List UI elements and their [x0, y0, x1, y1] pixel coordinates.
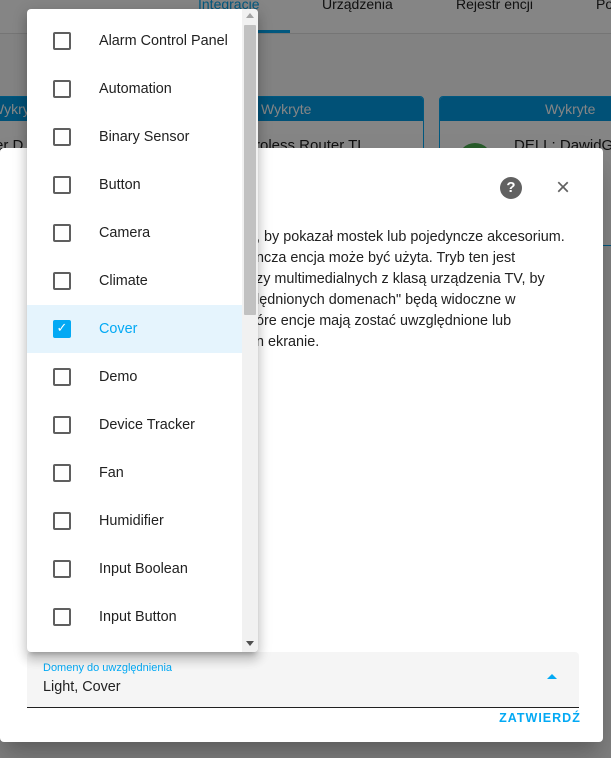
menu-item-label: Input Button: [99, 609, 177, 625]
checkbox[interactable]: [53, 512, 71, 530]
checkbox[interactable]: [53, 176, 71, 194]
close-icon[interactable]: ×: [550, 175, 576, 201]
menu-item-label: Input Boolean: [99, 561, 188, 577]
menu-item-climate[interactable]: Climate: [27, 257, 242, 305]
menu-item-button[interactable]: Button: [27, 161, 242, 209]
menu-item-label: Cover: [99, 321, 138, 337]
domains-select-label: Domeny do uwzględnienia: [43, 662, 173, 674]
domains-menu: Alarm Control Panel Automation Binary Sens…: [27, 9, 258, 652]
menu-item-input-button[interactable]: Input Button: [27, 593, 242, 641]
menu-item-label: Binary Sensor: [99, 129, 190, 145]
help-icon[interactable]: ?: [500, 177, 522, 199]
checkbox[interactable]: [53, 416, 71, 434]
menu-item-input-boolean[interactable]: Input Boolean: [27, 545, 242, 593]
menu-item-label: Device Tracker: [99, 417, 195, 433]
menu-item-device-tracker[interactable]: Device Tracker: [27, 401, 242, 449]
menu-item-label: Button: [99, 177, 141, 193]
checkbox[interactable]: [53, 128, 71, 146]
menu-item-humidifier[interactable]: Humidifier: [27, 497, 242, 545]
domains-select-value: Light, Cover: [43, 679, 121, 695]
domains-menu-list: Alarm Control Panel Automation Binary Sens…: [27, 17, 242, 641]
confirm-button[interactable]: ZATWIERDŹ: [497, 708, 583, 728]
check-icon: ✓: [56, 320, 68, 335]
checkbox[interactable]: [53, 224, 71, 242]
domains-select[interactable]: Domeny do uwzględnienia Light, Cover: [27, 652, 579, 708]
checkbox[interactable]: [53, 272, 71, 290]
menu-item-label: Humidifier: [99, 513, 164, 529]
menu-item-label: Climate: [99, 273, 148, 289]
scroll-thumb[interactable]: [244, 25, 256, 315]
checkbox[interactable]: [53, 80, 71, 98]
dropdown-arrow-icon[interactable]: [547, 674, 557, 679]
menu-item-demo[interactable]: Demo: [27, 353, 242, 401]
scroll-down-arrow-icon[interactable]: [246, 641, 254, 646]
checkbox[interactable]: [53, 608, 71, 626]
menu-item-camera[interactable]: Camera: [27, 209, 242, 257]
checkbox[interactable]: [53, 32, 71, 50]
checkbox[interactable]: [53, 560, 71, 578]
checkbox[interactable]: ✓: [53, 320, 71, 338]
menu-item-label: Demo: [99, 369, 138, 385]
menu-item-cover[interactable]: ✓ Cover: [27, 305, 242, 353]
menu-item-binary-sensor[interactable]: Binary Sensor: [27, 113, 242, 161]
dialog-description: , by pokazał mostek lub pojedyncze akces…: [256, 229, 565, 350]
menu-item-automation[interactable]: Automation: [27, 65, 242, 113]
checkbox[interactable]: [53, 368, 71, 386]
menu-item-label: Alarm Control Panel: [99, 33, 228, 49]
menu-item-alarm-control-panel[interactable]: Alarm Control Panel: [27, 17, 242, 65]
scroll-up-arrow-icon[interactable]: [246, 13, 254, 18]
menu-item-label: Automation: [99, 81, 172, 97]
menu-item-label: Fan: [99, 465, 124, 481]
menu-scrollbar[interactable]: [242, 9, 258, 652]
menu-item-label: Camera: [99, 225, 151, 241]
menu-item-fan[interactable]: Fan: [27, 449, 242, 497]
checkbox[interactable]: [53, 464, 71, 482]
